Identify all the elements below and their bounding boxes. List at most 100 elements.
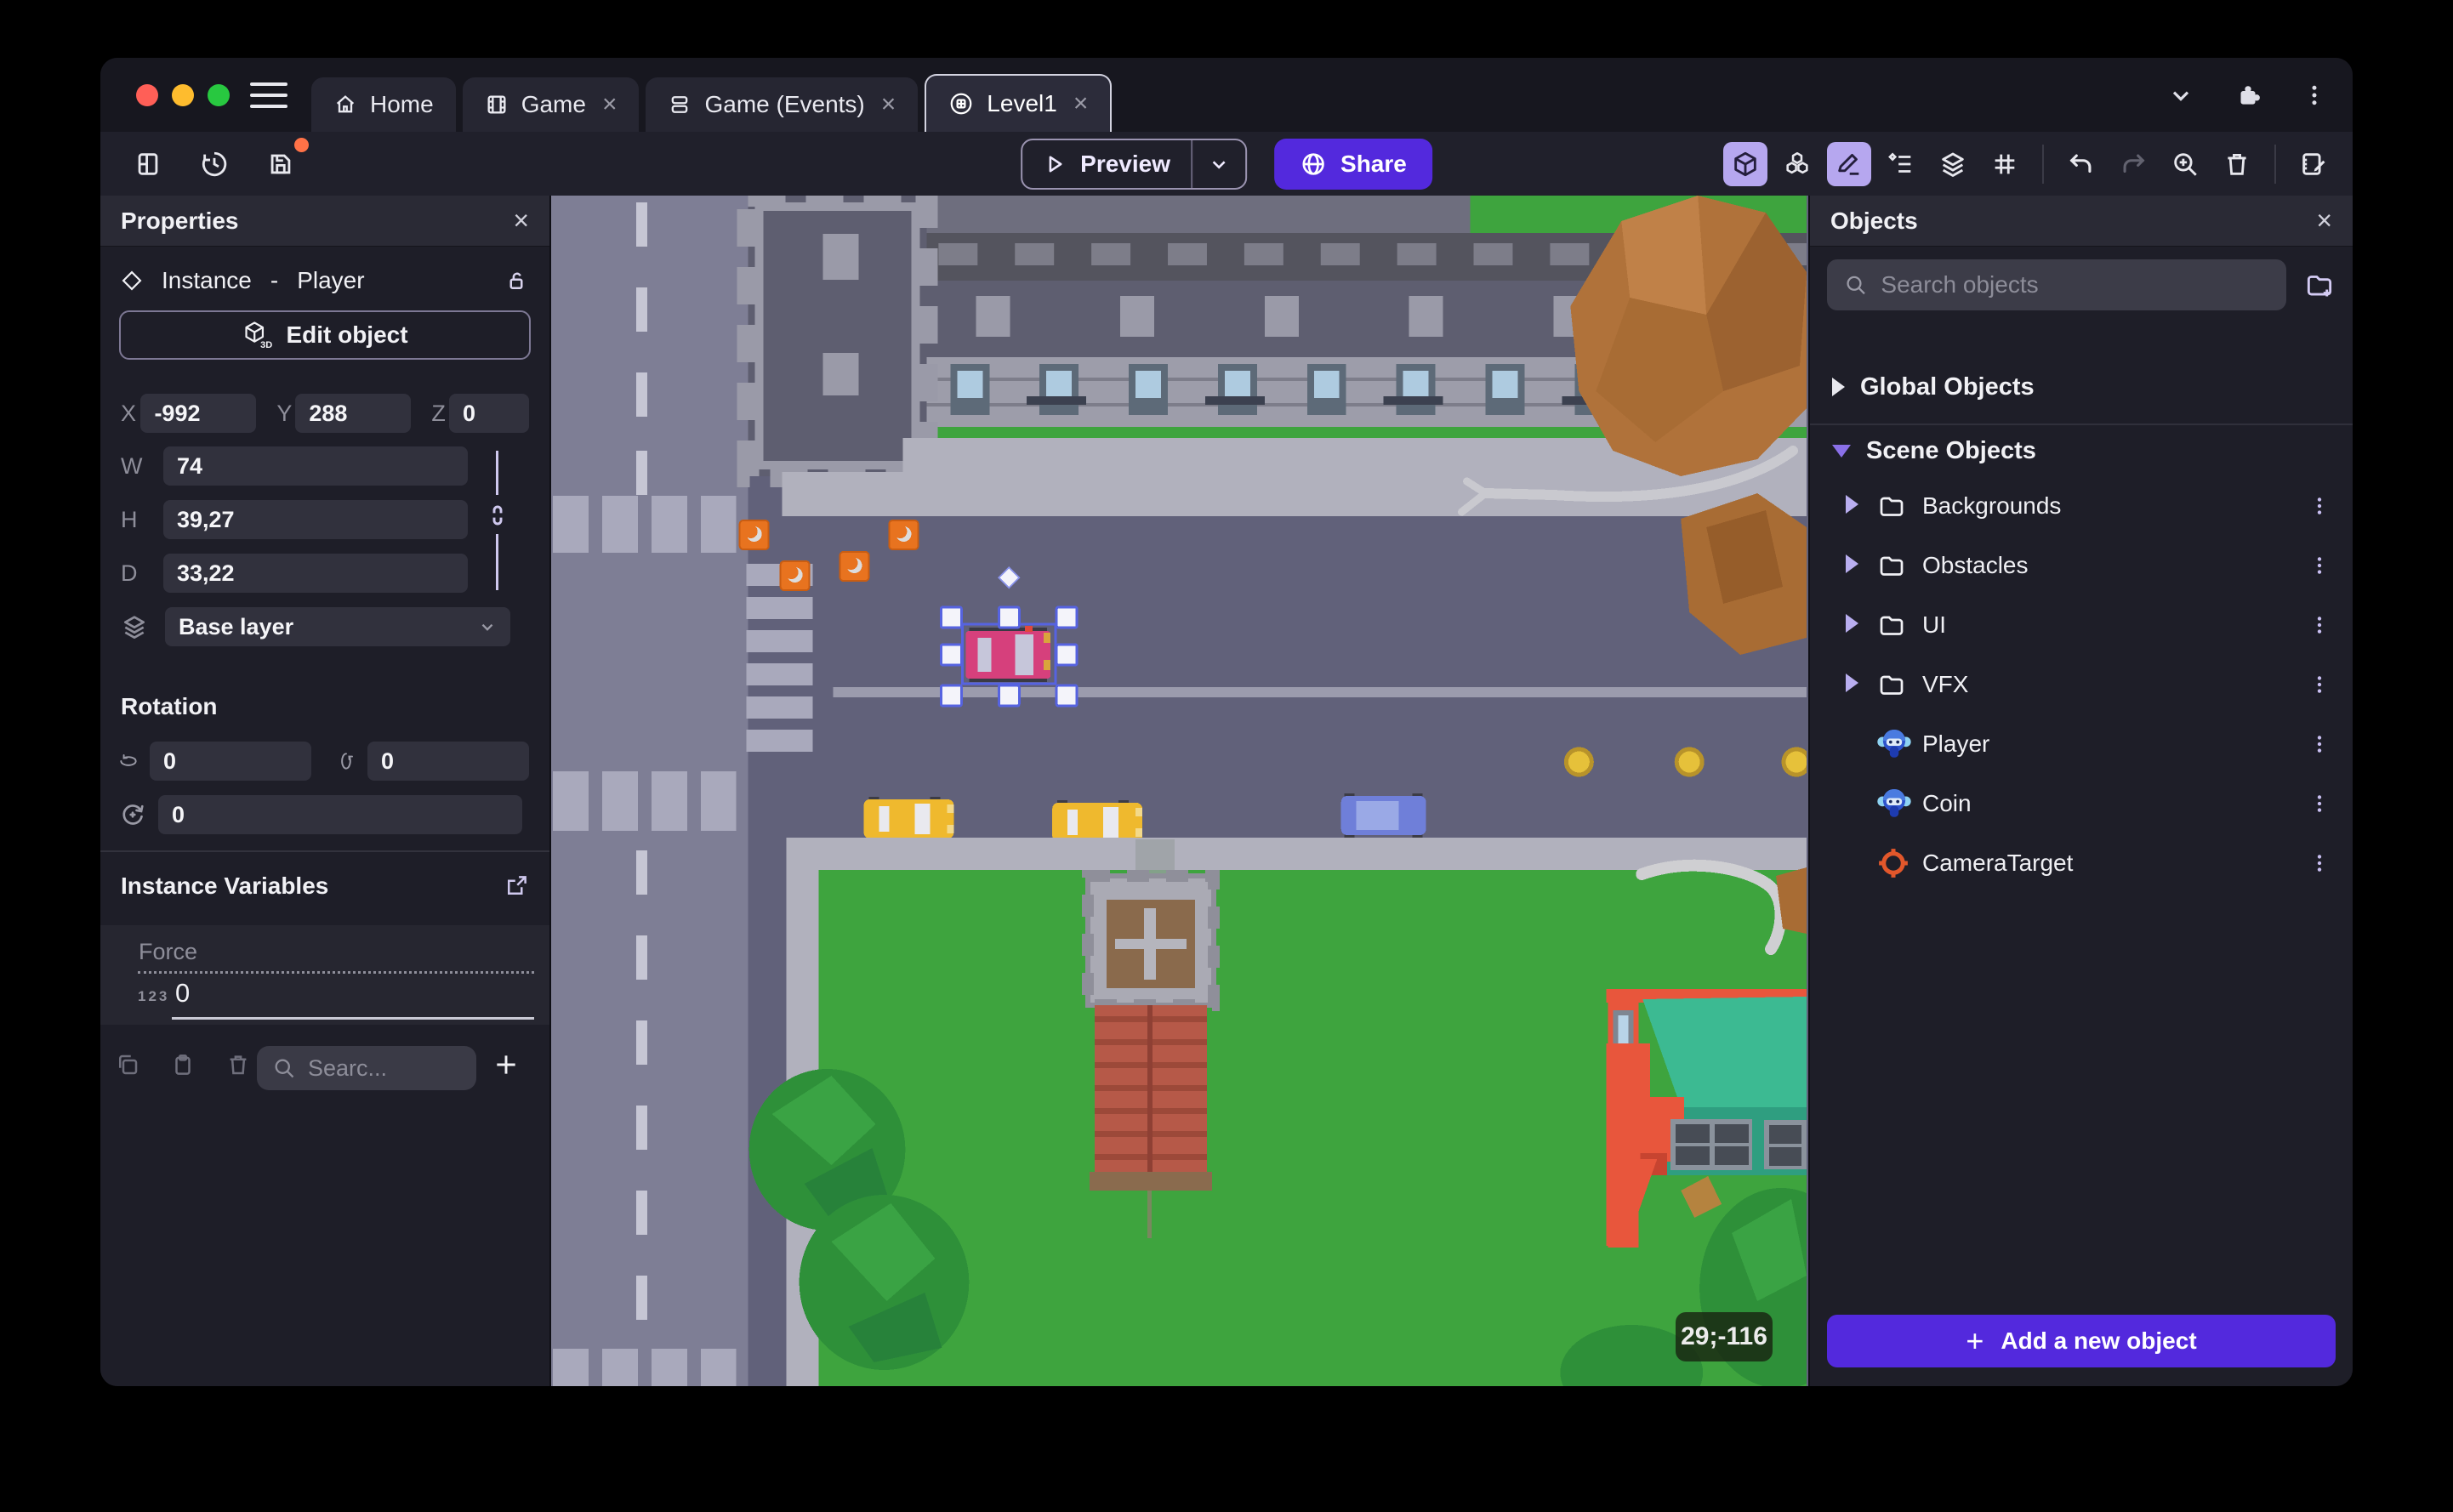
layout-icon [138, 152, 158, 175]
lock-toggle[interactable] [504, 268, 529, 293]
toggle-3d-view-button[interactable] [1723, 141, 1767, 186]
preview-options-button[interactable] [1192, 140, 1245, 188]
item-menu-button[interactable] [2308, 852, 2331, 874]
panels-layout-button[interactable] [126, 142, 170, 186]
layer-select[interactable]: Base layer [165, 607, 510, 646]
item-menu-button[interactable] [2308, 733, 2331, 755]
instance-diamond-icon [122, 270, 142, 291]
item-menu-button[interactable] [2308, 495, 2331, 517]
paste-variable-button[interactable] [164, 1046, 202, 1083]
item-menu-button[interactable] [2308, 793, 2331, 815]
close-tab-icon[interactable]: × [1073, 91, 1089, 117]
edit-object-3d-icon: 3D [245, 321, 272, 350]
close-tab-icon[interactable]: × [602, 92, 618, 117]
caret-right-icon [1832, 378, 1845, 396]
maximize-window-button[interactable] [208, 84, 230, 106]
link-dimensions-toggle[interactable] [484, 502, 511, 529]
layers-panel-button[interactable] [1931, 142, 1975, 186]
search-icon [275, 1059, 294, 1078]
zoom-in-icon [2174, 152, 2197, 176]
tree-item-cameratarget[interactable]: CameraTarget [1810, 833, 2353, 893]
item-menu-button[interactable] [2308, 554, 2331, 577]
brick-tower[interactable] [1082, 839, 1220, 1238]
h-field[interactable] [163, 500, 468, 539]
blue-car[interactable] [1340, 793, 1426, 838]
undo-button[interactable] [2059, 142, 2103, 186]
caret-right-icon [1846, 613, 1858, 633]
objects-search-row [1827, 259, 2336, 310]
delete-variable-button[interactable] [219, 1046, 257, 1083]
plus-icon [497, 1055, 515, 1074]
rotation-row-1 [117, 742, 529, 781]
tab-label: Game [521, 91, 586, 117]
minimize-window-button[interactable] [172, 84, 194, 106]
z-field[interactable] [449, 394, 530, 433]
properties-title: Properties [121, 207, 239, 234]
instances-list-button[interactable] [1879, 142, 1923, 186]
copy-variable-button[interactable] [109, 1046, 146, 1083]
y-field[interactable] [295, 394, 412, 433]
zoom-in-button[interactable] [2163, 142, 2207, 186]
kebab-menu-icon[interactable] [2302, 82, 2327, 108]
w-field[interactable] [163, 446, 468, 486]
scene-render [551, 196, 1807, 1386]
trash-icon [230, 1055, 247, 1075]
tree-item-backgrounds[interactable]: Backgrounds [1810, 476, 2353, 536]
extensions-puzzle-icon[interactable] [2234, 81, 2262, 110]
edit-scene-properties-button[interactable] [2291, 142, 2336, 186]
layer-value: Base layer [179, 613, 294, 639]
history-button[interactable] [192, 142, 236, 186]
variable-name[interactable]: Force [139, 939, 197, 965]
close-objects-icon[interactable]: × [2316, 205, 2332, 236]
scene-objects-group[interactable]: Scene Objects [1810, 429, 2353, 472]
item-menu-button[interactable] [2308, 614, 2331, 636]
menu-icon[interactable] [250, 77, 287, 114]
titlebar: Home Game × Game (Events) × Level1 × [100, 58, 2353, 132]
rotation-x-field[interactable] [150, 742, 311, 781]
tree-item-coin[interactable]: Coin [1810, 774, 2353, 833]
tab-bar: Home Game × Game (Events) × Level1 × [311, 74, 1113, 132]
rotation-y-field[interactable] [367, 742, 529, 781]
chevron-down-icon[interactable] [2167, 82, 2194, 109]
item-menu-button[interactable] [2308, 674, 2331, 696]
variable-value[interactable]: 0 [175, 978, 190, 1009]
share-button[interactable]: Share [1274, 138, 1432, 190]
edit-mode-button[interactable] [1827, 141, 1871, 186]
tab-level1[interactable]: Level1 × [925, 74, 1113, 132]
close-window-button[interactable] [136, 84, 158, 106]
delete-button[interactable] [2215, 142, 2259, 186]
close-tab-icon[interactable]: × [881, 92, 896, 117]
selected-player-instance[interactable] [960, 622, 1057, 685]
yellow-car-1[interactable] [863, 797, 954, 841]
open-variables-editor[interactable] [504, 873, 529, 899]
tab-label: Level1 [987, 90, 1057, 117]
tab-game[interactable]: Game × [462, 77, 640, 132]
tree-item-obstacles[interactable]: Obstacles [1810, 536, 2353, 595]
close-properties-icon[interactable]: × [513, 205, 529, 236]
scene-editor-canvas[interactable]: 29;-116 [551, 196, 1808, 1386]
tab-home[interactable]: Home [311, 77, 456, 132]
save-button[interactable] [259, 137, 309, 186]
add-object-label: Add a new object [2001, 1327, 2197, 1354]
x-field[interactable] [140, 394, 257, 433]
add-variable-button[interactable] [487, 1046, 525, 1083]
edit-object-button[interactable]: 3D Edit object [119, 310, 531, 360]
d-field[interactable] [163, 554, 468, 593]
add-folder-button[interactable] [2303, 269, 2336, 301]
objects-mode-button[interactable] [1775, 142, 1819, 186]
add-new-object-button[interactable]: + Add a new object [1827, 1315, 2336, 1367]
grid-button[interactable] [1983, 142, 2027, 186]
redo-button[interactable] [2111, 142, 2155, 186]
rotation-z-field[interactable] [158, 795, 522, 834]
notebook-edit-icon [2302, 152, 2325, 175]
app-window: Home Game × Game (Events) × Level1 × Pre… [100, 58, 2353, 1386]
tree-item-vfx[interactable]: VFX [1810, 655, 2353, 714]
global-objects-group[interactable]: Global Objects [1810, 366, 2353, 408]
tree-item-player[interactable]: Player [1810, 714, 2353, 774]
instance-variables-title: Instance Variables [121, 873, 329, 899]
variables-search-input[interactable] [308, 1054, 435, 1082]
objects-search-input[interactable] [1881, 271, 2269, 298]
tab-game-events[interactable]: Game (Events) × [646, 77, 919, 132]
preview-button[interactable]: Preview [1022, 140, 1191, 188]
tree-item-ui[interactable]: UI [1810, 595, 2353, 655]
